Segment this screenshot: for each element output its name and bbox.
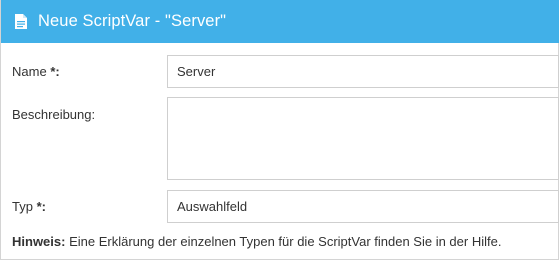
name-input[interactable] (167, 55, 559, 88)
document-icon (15, 14, 27, 29)
type-label: Typ *: (12, 199, 46, 214)
name-label: Name *: (12, 64, 60, 79)
dialog-titlebar: Neue ScriptVar - "Server" (1, 0, 559, 43)
type-required-marker: *: (36, 199, 46, 214)
type-select[interactable]: Auswahlfeld (167, 190, 559, 223)
name-required-marker: *: (50, 64, 60, 79)
type-select-value: Auswahlfeld (177, 199, 248, 214)
type-label-text: Typ (12, 199, 33, 214)
dialog-title: Neue ScriptVar - "Server" (38, 12, 227, 30)
description-textarea[interactable] (167, 97, 559, 180)
scriptvar-dialog: Neue ScriptVar - "Server" Name *: Beschr… (0, 0, 559, 260)
hint-label: Hinweis: (12, 234, 66, 249)
name-label-text: Name (12, 64, 47, 79)
hint-text: Eine Erklärung der einzelnen Typen für d… (65, 234, 502, 249)
description-label: Beschreibung: (12, 107, 96, 122)
help-hint: Hinweis: Eine Erklärung der einzelnen Ty… (12, 234, 501, 249)
